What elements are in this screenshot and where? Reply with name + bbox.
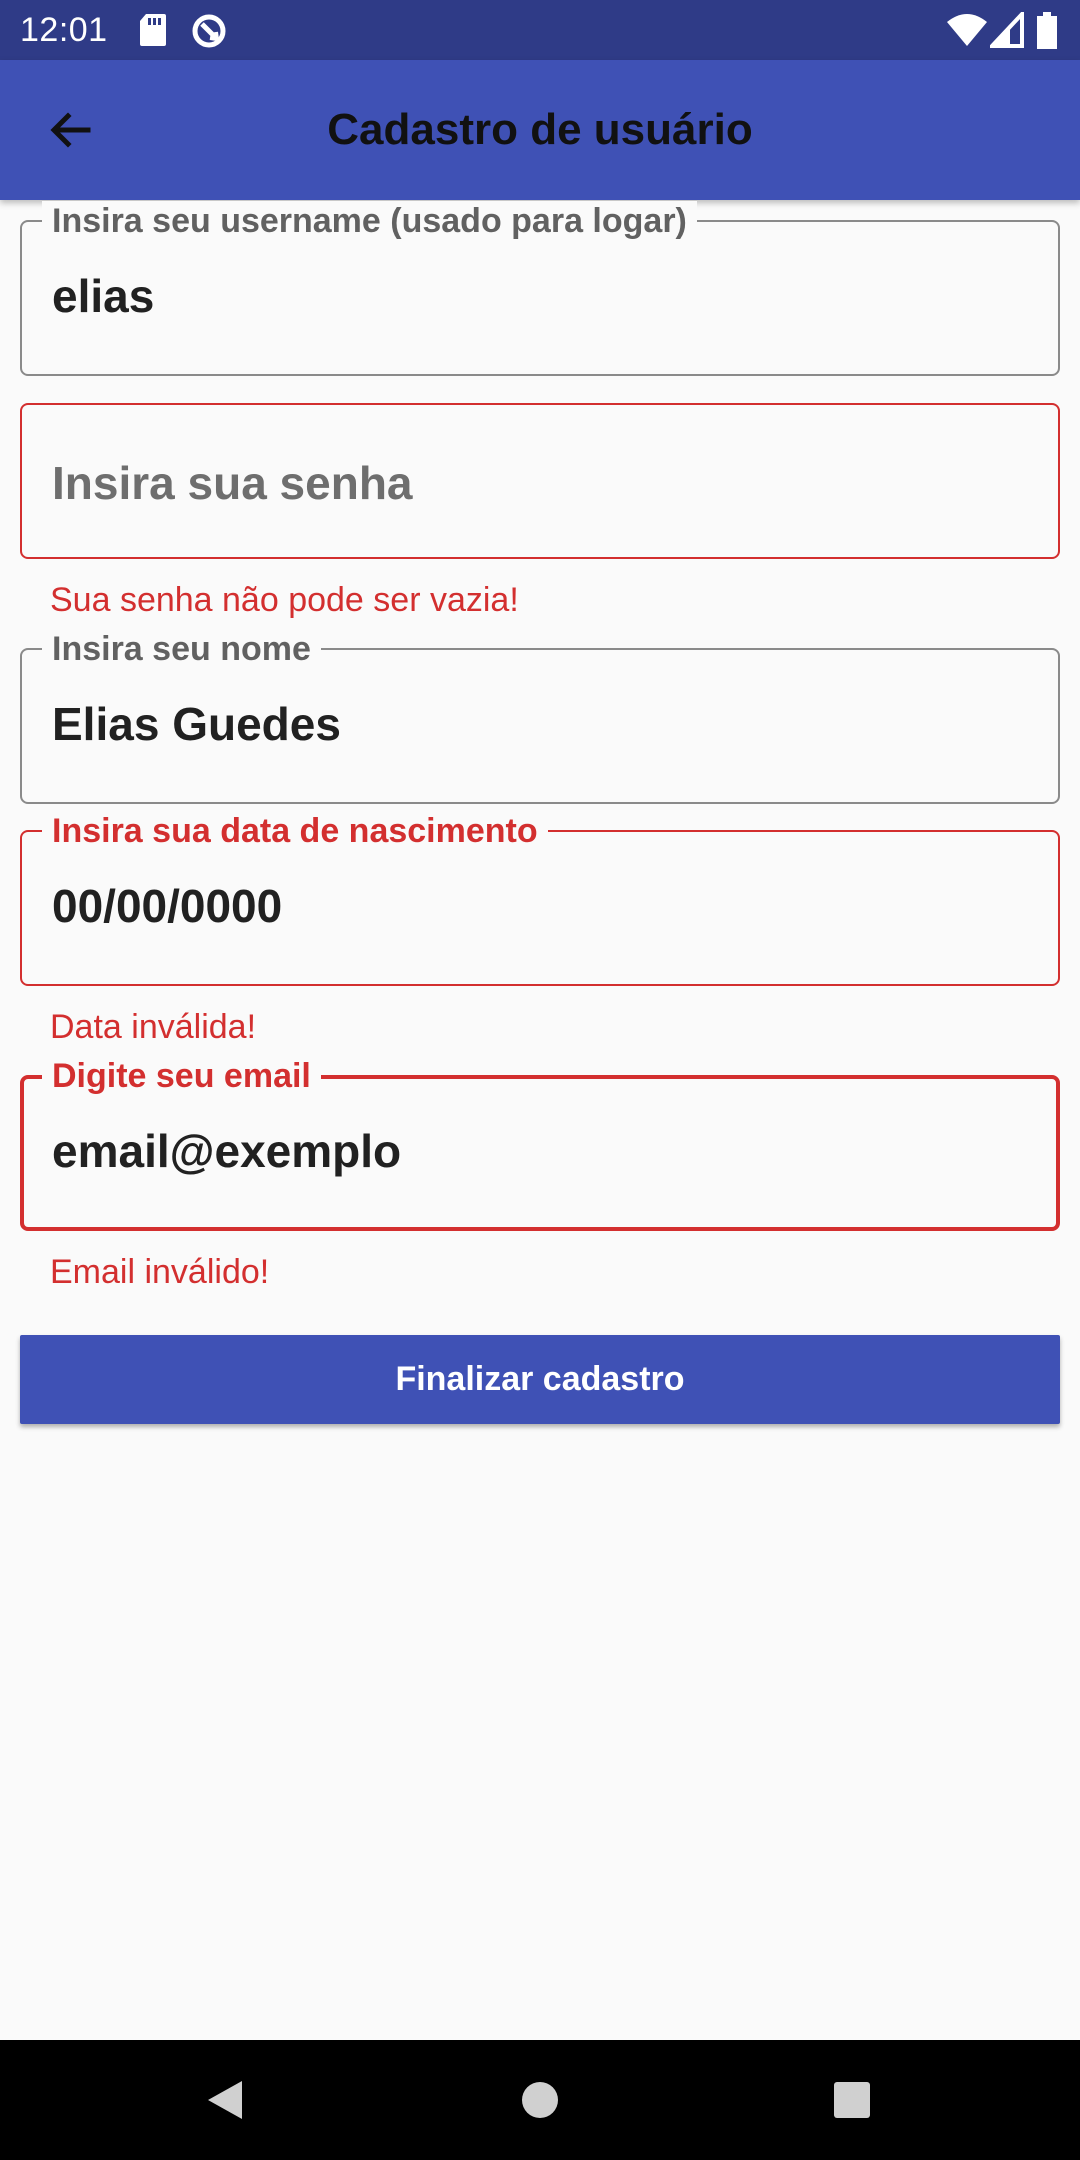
page-title: Cadastro de usuário (327, 105, 753, 154)
username-input[interactable]: elias (52, 268, 154, 324)
name-field[interactable]: Insira seu nome Elias Guedes (20, 629, 1060, 804)
recents-square-icon[interactable] (830, 2078, 874, 2122)
app-bar: Cadastro de usuário (0, 60, 1080, 200)
birthdate-label: Insira sua data de nascimento (42, 811, 548, 851)
battery-icon (1036, 12, 1058, 55)
status-bar: 12:01 (0, 0, 1080, 60)
email-label: Digite seu email (42, 1056, 321, 1096)
wifi-icon (946, 12, 988, 53)
password-error: Sua senha não pode ser vazia! (50, 581, 519, 619)
sync-icon (190, 12, 228, 55)
name-input[interactable]: Elias Guedes (52, 696, 341, 752)
birthdate-field[interactable]: Insira sua data de nascimento 00/00/0000 (20, 811, 1060, 986)
username-field[interactable]: Insira seu username (usado para logar) e… (20, 201, 1060, 376)
home-circle-icon[interactable] (518, 2078, 562, 2122)
password-field[interactable]: Insira sua senha (20, 403, 1060, 559)
birthdate-input[interactable]: 00/00/0000 (52, 878, 282, 934)
sd-card-icon (138, 12, 168, 53)
email-field[interactable]: Digite seu email email@exemplo (20, 1056, 1060, 1231)
email-error: Email inválido! (50, 1253, 270, 1291)
cell-signal-icon (987, 8, 1024, 53)
name-label: Insira seu nome (42, 629, 321, 669)
birthdate-error: Data inválida! (50, 1008, 257, 1046)
back-triangle-icon[interactable] (204, 2078, 248, 2122)
username-label: Insira seu username (usado para logar) (42, 201, 697, 241)
navigation-bar (0, 2040, 1080, 2160)
password-input[interactable]: Insira sua senha (52, 455, 413, 511)
finish-registration-button[interactable]: Finalizar cadastro (20, 1335, 1060, 1424)
email-input[interactable]: email@exemplo (52, 1123, 401, 1179)
status-time: 12:01 (20, 11, 108, 49)
